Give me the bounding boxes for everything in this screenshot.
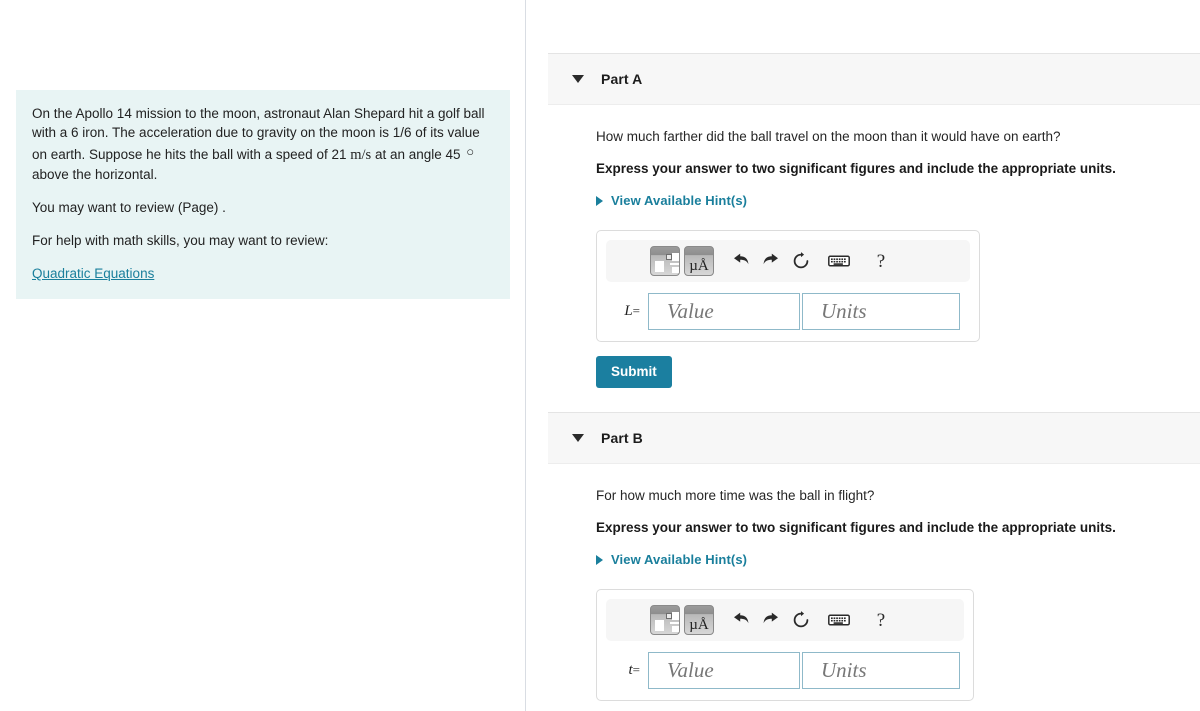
- part-a-answer-row: L= Value Units: [606, 293, 970, 330]
- part-b-variable-label: t=: [606, 662, 648, 679]
- part-b-title: Part B: [601, 430, 643, 446]
- part-a-value-input[interactable]: Value: [648, 293, 800, 330]
- reset-icon[interactable]: [786, 246, 816, 276]
- part-a-question: How much farther did the ball travel on …: [596, 129, 1061, 144]
- math-skills-note: For help with math skills, you may want …: [32, 233, 329, 248]
- undo-icon[interactable]: [726, 246, 756, 276]
- parts-panel: Part A How much farther did the ball tra…: [526, 0, 1200, 711]
- part-b-answer-row: t= Value Units: [606, 652, 964, 689]
- part-a-equals: =: [632, 303, 640, 318]
- part-b-question: For how much more time was the ball in f…: [596, 488, 875, 503]
- units-angstrom-button[interactable]: µÅ: [684, 246, 714, 276]
- help-icon[interactable]: ?: [866, 605, 896, 635]
- caret-down-icon[interactable]: [572, 434, 584, 442]
- part-b-answer-box: µÅ ? t= Value Units: [596, 589, 974, 701]
- template-glyph-bar: [670, 263, 679, 265]
- help-question-mark: ?: [876, 250, 886, 272]
- redo-icon[interactable]: [756, 605, 786, 635]
- math-template-button[interactable]: [650, 605, 680, 635]
- part-a-view-hints[interactable]: View Available Hint(s): [596, 193, 747, 208]
- part-a-body: How much farther did the ball travel on …: [526, 128, 1200, 388]
- units-angstrom-button[interactable]: µÅ: [684, 605, 714, 635]
- problem-paragraph: On the Apollo 14 mission to the moon, as…: [32, 104, 494, 184]
- speed-units-math: m/s: [350, 147, 372, 163]
- problem-statement-card: On the Apollo 14 mission to the moon, as…: [16, 90, 510, 299]
- part-b-header[interactable]: Part B: [548, 412, 1200, 464]
- keyboard-icon[interactable]: [824, 605, 854, 635]
- part-a-submit-button[interactable]: Submit: [596, 356, 672, 388]
- units-angstrom-glyph: µÅ: [689, 258, 709, 274]
- part-a-variable-label: L=: [606, 303, 648, 320]
- part-a-variable: L: [624, 303, 633, 319]
- undo-icon[interactable]: [726, 605, 756, 635]
- degree-symbol: ○: [466, 144, 475, 159]
- part-b-value-input[interactable]: Value: [648, 652, 800, 689]
- template-glyph-c: [672, 612, 679, 620]
- template-glyph-d: [672, 267, 679, 273]
- part-a-title: Part A: [601, 71, 643, 87]
- units-angstrom-glyph: µÅ: [689, 617, 709, 633]
- problem-panel: On the Apollo 14 mission to the moon, as…: [0, 0, 525, 711]
- caret-down-icon[interactable]: [572, 75, 584, 83]
- help-icon[interactable]: ?: [866, 246, 896, 276]
- part-a-units-input[interactable]: Units: [802, 293, 960, 330]
- part-b-toolbar: µÅ ?: [606, 599, 964, 641]
- help-question-mark: ?: [876, 609, 886, 631]
- keyboard-icon[interactable]: [824, 246, 854, 276]
- math-template-button[interactable]: [650, 246, 680, 276]
- problem-text-part-2: at an angle 45: [371, 147, 465, 162]
- template-glyph-d: [672, 626, 679, 632]
- problem-text-part-3: above the horizontal.: [32, 167, 158, 182]
- part-a-toolbar: µÅ ?: [606, 240, 970, 282]
- part-a-answer-box: µÅ ? L= Value Units: [596, 230, 980, 342]
- reset-icon[interactable]: [786, 605, 816, 635]
- caret-right-icon: [596, 554, 603, 565]
- template-glyph-a: [655, 620, 664, 631]
- redo-icon[interactable]: [756, 246, 786, 276]
- part-b-hints-label: View Available Hint(s): [611, 552, 748, 567]
- template-glyph-a: [655, 261, 664, 272]
- review-page-note: You may want to review (Page) .: [32, 200, 226, 215]
- quadratic-equations-link[interactable]: Quadratic Equations: [32, 266, 154, 281]
- part-a-hints-label: View Available Hint(s): [611, 193, 748, 208]
- template-glyph-bar: [670, 622, 679, 624]
- part-b-body: For how much more time was the ball in f…: [526, 487, 1200, 701]
- part-a-instruction: Express your answer to two significant f…: [596, 161, 1116, 176]
- part-b-instruction: Express your answer to two significant f…: [596, 520, 1116, 535]
- template-glyph-c: [672, 253, 679, 261]
- part-b-view-hints[interactable]: View Available Hint(s): [596, 552, 747, 567]
- part-b-units-input[interactable]: Units: [802, 652, 960, 689]
- part-a-header[interactable]: Part A: [548, 53, 1200, 105]
- caret-right-icon: [596, 195, 603, 206]
- part-b-equals: =: [632, 662, 640, 677]
